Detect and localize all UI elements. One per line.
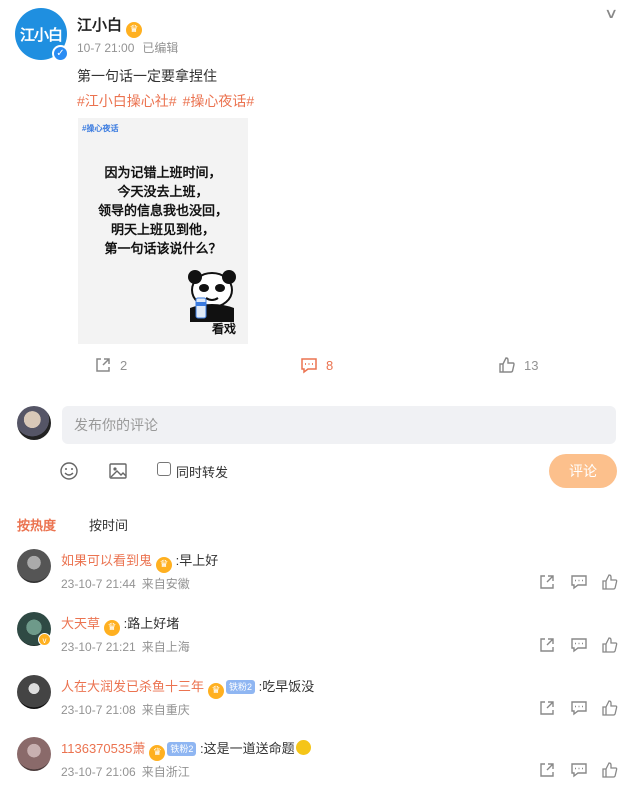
post-meta: 10-7 21:00 已编辑 xyxy=(77,39,178,56)
commenter-name[interactable]: 大天草 xyxy=(61,616,100,631)
comment-meta: 23-10-7 21:06 来自浙江 xyxy=(61,763,190,780)
author-name[interactable]: 江小白 xyxy=(77,17,122,34)
comment-location: 来自浙江 xyxy=(141,765,190,779)
submit-comment-button[interactable]: 评论 xyxy=(549,454,617,488)
image-text-line: 领导的信息我也没回， xyxy=(97,204,228,219)
member-badge-icon: v xyxy=(38,633,51,646)
image-text-line: 因为记错上班时间， xyxy=(104,166,222,181)
post-tags: #江小白操心社# #操心夜话# xyxy=(77,91,254,111)
comment-text: :这是一道送命题 xyxy=(199,741,295,756)
chevron-down-icon[interactable]: ∨ xyxy=(604,5,618,22)
comment-location: 来自上海 xyxy=(141,640,190,654)
comment-item: 1136370535萧 ♛ 铁粉2 :这是一道送命题 23-10-7 21:06 来自… xyxy=(0,737,632,793)
repost-label[interactable]: 同时转发 xyxy=(176,462,228,481)
reply-icon[interactable] xyxy=(571,700,587,716)
comment-text: :路上好堵 xyxy=(123,616,180,631)
comment-icon xyxy=(301,358,317,374)
tab-sort-hot[interactable]: 按热度 xyxy=(17,515,56,534)
image-text-line: 明天上班见到他， xyxy=(110,223,215,238)
reply-icon[interactable] xyxy=(571,762,587,778)
comment-time: 23-10-7 21:44 xyxy=(61,577,136,591)
comment-meta: 23-10-7 21:44 来自安徽 xyxy=(61,575,190,592)
hashtag-link[interactable]: #江小白操心社# xyxy=(77,93,177,109)
image-tag: #操心夜话 xyxy=(82,124,119,133)
comment-text: :吃早饭没 xyxy=(258,679,315,694)
comment-time: 23-10-7 21:06 xyxy=(61,765,136,779)
tab-sort-time[interactable]: 按时间 xyxy=(89,515,128,534)
image-caption: 看戏 xyxy=(212,322,237,336)
crown-icon: ♛ xyxy=(156,557,173,573)
reply-icon[interactable] xyxy=(571,574,587,590)
edited-label: 已编辑 xyxy=(142,41,179,55)
comment-item: v 大天草 ♛ :路上好堵 23-10-7 21:21 来自上海 xyxy=(0,612,632,676)
thumbs-up-icon xyxy=(499,357,515,373)
repost-checkbox[interactable] xyxy=(157,462,171,476)
comment-count: 8 xyxy=(326,357,334,373)
comment-time: 23-10-7 21:21 xyxy=(61,640,136,654)
comment-button[interactable]: 8 xyxy=(300,356,333,374)
share-icon[interactable] xyxy=(539,637,555,653)
comment-location: 来自重庆 xyxy=(141,703,190,717)
emoji-icon[interactable] xyxy=(59,461,79,481)
comment-line: 如果可以看到鬼 ♛ :早上好 xyxy=(61,550,218,573)
comment-meta: 23-10-7 21:21 来自上海 xyxy=(61,638,190,655)
share-button[interactable]: 2 xyxy=(94,356,127,374)
comment-input[interactable] xyxy=(62,406,616,444)
commenter-avatar[interactable] xyxy=(17,737,51,771)
comment-location: 来自安徽 xyxy=(141,577,190,591)
share-count: 2 xyxy=(120,357,128,373)
comment-line: 大天草 ♛ :路上好堵 xyxy=(61,613,179,636)
commenter-avatar[interactable] xyxy=(17,675,51,709)
image-icon[interactable] xyxy=(108,461,128,481)
share-icon[interactable] xyxy=(539,700,555,716)
reply-icon[interactable] xyxy=(571,637,587,653)
comment-meta: 23-10-7 21:08 来自重庆 xyxy=(61,701,190,718)
commenter-name[interactable]: 1136370535萧 xyxy=(61,741,145,756)
crown-icon: ♛ xyxy=(208,683,225,699)
comment-text: :早上好 xyxy=(175,553,219,568)
emoji-icon xyxy=(295,740,311,755)
commenter-name[interactable]: 如果可以看到鬼 xyxy=(61,553,152,568)
comment-line: 人在大润发已杀鱼十三年 ♛ 铁粉2 :吃早饭没 xyxy=(61,676,314,699)
post-text: 第一句话一定要拿捏住 xyxy=(77,68,217,84)
comment-item: 人在大润发已杀鱼十三年 ♛ 铁粉2 :吃早饭没 23-10-7 21:08 来自重庆 xyxy=(0,675,632,739)
comment-time: 23-10-7 21:08 xyxy=(61,703,136,717)
my-avatar[interactable] xyxy=(17,406,51,440)
image-text-line: 第一句话该说什么？ xyxy=(104,242,222,257)
share-icon xyxy=(96,358,110,372)
fan-badge: 铁粉2 xyxy=(167,742,197,756)
commenter-avatar[interactable] xyxy=(17,549,51,583)
image-text-line: 今天没去上班， xyxy=(117,185,209,200)
panda-meme-figure xyxy=(188,270,236,322)
commenter-name[interactable]: 人在大润发已杀鱼十三年 xyxy=(61,679,204,694)
like-count: 13 xyxy=(524,357,539,373)
comment-line: 1136370535萧 ♛ 铁粉2 :这是一道送命题 xyxy=(61,738,311,761)
verified-icon: ✓ xyxy=(52,45,69,62)
crown-icon: ♛ xyxy=(104,620,121,636)
thumbs-up-icon[interactable] xyxy=(602,574,618,590)
fan-badge: 铁粉2 xyxy=(226,680,256,694)
post-time[interactable]: 10-7 21:00 xyxy=(77,41,134,55)
thumbs-up-icon[interactable] xyxy=(602,700,618,716)
brand-logo-text: 江小白 xyxy=(19,25,63,44)
comment-item: 如果可以看到鬼 ♛ :早上好 23-10-7 21:44 来自安徽 xyxy=(0,549,632,613)
post-image[interactable]: #操心夜话 因为记错上班时间， 今天没去上班， 领导的信息我也没回， 明天上班见… xyxy=(78,118,248,344)
author-avatar[interactable]: 江小白 ✓ xyxy=(15,8,69,62)
share-icon[interactable] xyxy=(539,574,555,590)
crown-icon: ♛ xyxy=(126,22,143,38)
thumbs-up-icon[interactable] xyxy=(602,637,618,653)
thumbs-up-icon[interactable] xyxy=(602,762,618,778)
like-button[interactable]: 13 xyxy=(498,356,538,374)
share-icon[interactable] xyxy=(539,762,555,778)
author-name-row[interactable]: 江小白 ♛ xyxy=(77,14,143,38)
hashtag-link[interactable]: #操心夜话# xyxy=(183,93,255,109)
crown-icon: ♛ xyxy=(149,745,166,761)
